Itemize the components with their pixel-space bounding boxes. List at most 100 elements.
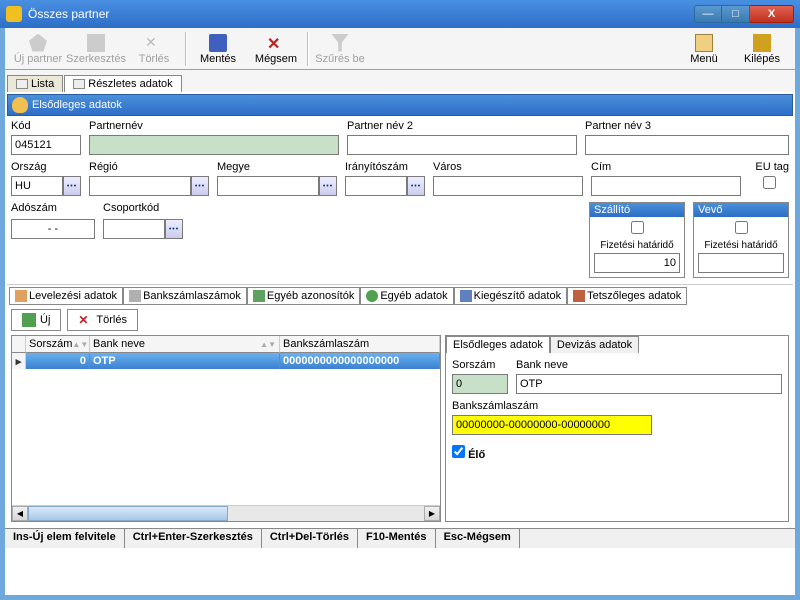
custom-icon <box>573 290 585 302</box>
regio-lookup[interactable]: ••• <box>191 176 209 196</box>
irszam-label: Irányítószám <box>345 161 425 173</box>
scroll-thumb[interactable] <box>28 506 228 521</box>
partnernev3-input[interactable] <box>585 135 789 155</box>
close-button[interactable]: X <box>750 5 794 23</box>
buyer-deadline-label: Fizetési határidő <box>698 240 784 251</box>
d-bankszamla-label: Bankszámlaszám <box>452 400 538 412</box>
megye-input[interactable] <box>217 176 319 196</box>
csoportkod-input[interactable] <box>103 219 165 239</box>
eutag-checkbox[interactable] <box>763 176 776 189</box>
detail-tab-currency[interactable]: Devizás adatok <box>550 336 639 353</box>
save-button[interactable]: Mentés <box>189 30 247 68</box>
supplier-group: Szállító Fizetési határidő <box>589 202 685 278</box>
primary-section-header: Elsődleges adatok <box>7 94 793 116</box>
tab-details[interactable]: Részletes adatok <box>64 75 181 92</box>
status-ins: Ins-Új elem felvitele <box>5 529 125 548</box>
varos-input[interactable] <box>433 176 583 196</box>
edit-icon <box>87 34 105 52</box>
person-icon <box>12 97 28 113</box>
megye-label: Megye <box>217 161 337 173</box>
x-icon: ✕ <box>78 313 92 327</box>
maximize-button[interactable]: □ <box>722 5 750 23</box>
orszag-input[interactable] <box>11 176 63 196</box>
eutag-label: EU tag <box>745 161 789 173</box>
csoportkod-label: Csoportkód <box>103 202 183 214</box>
exit-button[interactable]: Kilépés <box>733 30 791 68</box>
elo-label[interactable]: Élő <box>452 445 485 461</box>
exit-icon <box>753 34 771 52</box>
cim-label: Cím <box>591 161 737 173</box>
cancel-button[interactable]: ✕ Mégsem <box>247 30 305 68</box>
buyer-group: Vevő Fizetési határidő <box>693 202 789 278</box>
regio-input[interactable] <box>89 176 191 196</box>
irszam-input[interactable] <box>345 176 407 196</box>
delete-button: ✕ Törlés <box>125 30 183 68</box>
bank-grid[interactable]: Sorszám▲▼ Bank neve▲▼ Bankszámlaszám ▸ 0… <box>11 335 441 522</box>
orszag-label: Ország <box>11 161 81 173</box>
cim-input[interactable] <box>591 176 741 196</box>
partnernev3-label: Partner név 3 <box>585 120 789 132</box>
main-toolbar: Új partner Szerkesztés ✕ Törlés Mentés ✕… <box>5 28 795 70</box>
plus-icon <box>22 313 36 327</box>
tab-list[interactable]: Lista <box>7 75 63 92</box>
table-row[interactable]: ▸ 0 OTP 0000000000000000000 <box>12 353 440 369</box>
grid-hscroll[interactable]: ◀ ▶ <box>12 505 440 521</box>
d-banknev-input[interactable] <box>516 374 782 394</box>
subtab-mail[interactable]: Levelezési adatok <box>9 287 123 305</box>
row-marker: ▸ <box>12 353 26 369</box>
subtab-custom[interactable]: Tetszőleges adatok <box>567 287 687 305</box>
megye-lookup[interactable]: ••• <box>319 176 337 196</box>
menu-icon <box>695 34 713 52</box>
subtab-other[interactable]: Egyéb adatok <box>360 287 453 305</box>
scroll-right-button[interactable]: ▶ <box>424 506 440 521</box>
status-del: Ctrl+Del-Törlés <box>262 529 358 548</box>
bank-icon <box>129 290 141 302</box>
id-icon <box>253 290 265 302</box>
supplier-deadline-input[interactable] <box>594 253 680 273</box>
delete-row-button[interactable]: ✕Törlés <box>67 309 138 331</box>
subtab-bank[interactable]: Bankszámlaszámok <box>123 287 247 305</box>
extra-icon <box>460 290 472 302</box>
partnernev2-input[interactable] <box>347 135 577 155</box>
save-icon <box>209 34 227 52</box>
info-icon <box>366 290 378 302</box>
partnernev-input[interactable] <box>89 135 339 155</box>
subtab-extra[interactable]: Kiegészítő adatok <box>454 287 567 305</box>
partnernev-label: Partnernév <box>89 120 339 132</box>
partnernev2-label: Partner név 2 <box>347 120 577 132</box>
main-tabstrip: Lista Részletes adatok <box>5 70 795 92</box>
buyer-checkbox[interactable] <box>735 221 748 234</box>
cancel-icon: ✕ <box>267 34 285 52</box>
status-cancel: Esc-Mégsem <box>436 529 520 548</box>
detail-panel: Elsődleges adatok Devizás adatok Sorszám… <box>445 335 789 522</box>
csoportkod-lookup[interactable]: ••• <box>165 219 183 239</box>
adoszam-input[interactable] <box>11 219 95 239</box>
orszag-lookup[interactable]: ••• <box>63 176 81 196</box>
d-banknev-label: Bank neve <box>516 359 782 371</box>
d-sorszam-input[interactable] <box>452 374 508 394</box>
statusbar: Ins-Új elem felvitele Ctrl+Enter-Szerkes… <box>5 528 795 548</box>
window-title: Összes partner <box>28 7 694 21</box>
varos-label: Város <box>433 161 583 173</box>
minimize-button[interactable]: — <box>694 5 722 23</box>
filter-icon <box>331 34 349 52</box>
scroll-left-button[interactable]: ◀ <box>12 506 28 521</box>
supplier-checkbox[interactable] <box>631 221 644 234</box>
detail-tab-primary[interactable]: Elsődleges adatok <box>446 336 550 353</box>
subtab-otherid[interactable]: Egyéb azonosítók <box>247 287 360 305</box>
regio-label: Régió <box>89 161 209 173</box>
list-icon <box>16 79 28 89</box>
titlebar: Összes partner — □ X <box>0 0 800 28</box>
details-icon <box>73 79 85 89</box>
supplier-header: Szállító <box>590 203 684 217</box>
menu-button[interactable]: Menü <box>675 30 733 68</box>
buyer-deadline-input[interactable] <box>698 253 784 273</box>
new-icon <box>29 34 47 52</box>
supplier-deadline-label: Fizetési határidő <box>594 240 680 251</box>
d-bankszamla-input[interactable] <box>452 415 652 435</box>
filter-button: Szűrés be <box>311 30 369 68</box>
elo-checkbox[interactable] <box>452 445 465 458</box>
kod-input[interactable] <box>11 135 81 155</box>
new-row-button[interactable]: Új <box>11 309 61 331</box>
irszam-lookup[interactable]: ••• <box>407 176 425 196</box>
